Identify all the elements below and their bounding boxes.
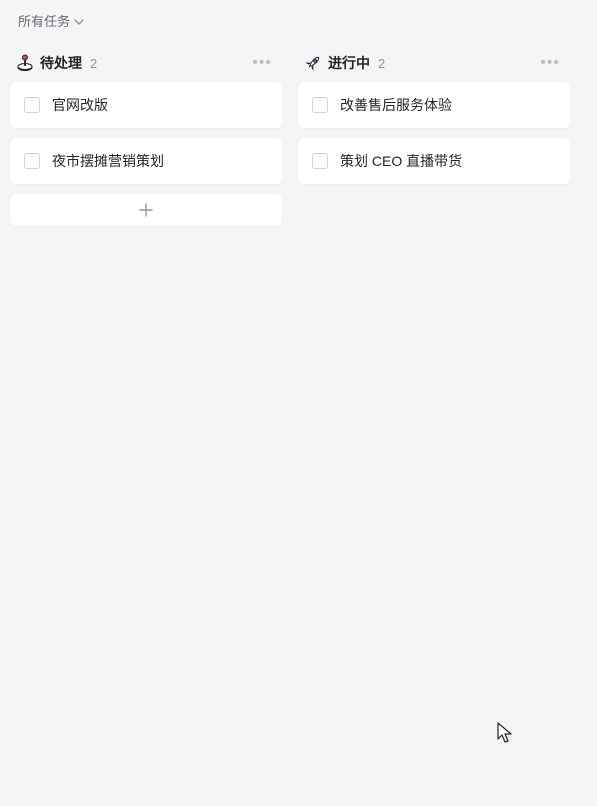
checkbox[interactable]: [312, 153, 328, 169]
task-card[interactable]: 夜市摆摊营销策划: [10, 138, 282, 184]
filter-dropdown[interactable]: 所有任务: [12, 7, 90, 34]
task-title: 改善售后服务体验: [340, 95, 452, 115]
column-menu-button[interactable]: •••: [536, 53, 564, 73]
column-in-progress: 进行中 2 ••• 改善售后服务体验 策划 CEO 直播带货: [298, 50, 570, 194]
column-header: 待处理 2 •••: [10, 50, 282, 82]
column-menu-button[interactable]: •••: [248, 53, 276, 73]
task-title: 夜市摆摊营销策划: [52, 151, 164, 171]
task-title: 策划 CEO 直播带货: [340, 151, 462, 171]
column-title: 进行中: [328, 53, 370, 73]
task-card[interactable]: 改善售后服务体验: [298, 82, 570, 128]
column-title: 待处理: [40, 53, 82, 73]
column-header: 进行中 2 •••: [298, 50, 570, 82]
filter-label: 所有任务: [18, 11, 70, 30]
top-bar: 所有任务: [0, 0, 597, 40]
task-card[interactable]: 官网改版: [10, 82, 282, 128]
kanban-board: 待处理 2 ••• 官网改版 夜市摆摊营销策划: [0, 40, 597, 226]
task-title: 官网改版: [52, 95, 108, 115]
column-count: 2: [378, 56, 385, 71]
checkbox[interactable]: [312, 97, 328, 113]
rocket-icon: [304, 54, 322, 72]
cursor-icon: [497, 722, 515, 747]
column-todo: 待处理 2 ••• 官网改版 夜市摆摊营销策划: [10, 50, 282, 226]
plus-icon: [139, 203, 153, 217]
checkbox[interactable]: [24, 153, 40, 169]
add-card-button[interactable]: [10, 194, 282, 226]
chevron-down-icon: [74, 15, 84, 25]
joystick-icon: [16, 54, 34, 72]
task-card[interactable]: 策划 CEO 直播带货: [298, 138, 570, 184]
checkbox[interactable]: [24, 97, 40, 113]
column-count: 2: [90, 56, 97, 71]
